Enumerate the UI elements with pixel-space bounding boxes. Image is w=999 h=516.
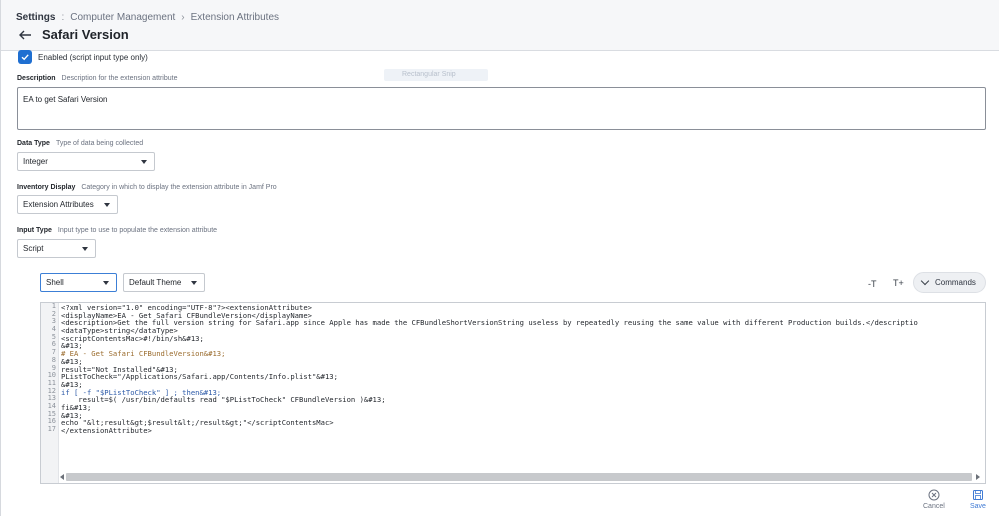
commands-button[interactable]: Commands bbox=[913, 272, 986, 293]
inventory-display-label: Inventory Display bbox=[17, 184, 76, 191]
breadcrumb-separator: : bbox=[61, 12, 65, 23]
language-select[interactable]: Shell bbox=[40, 273, 117, 292]
code-line: result=$( /usr/bin/defaults read "$PList… bbox=[61, 395, 386, 405]
breadcrumb: Settings : Computer Management › Extensi… bbox=[16, 12, 279, 23]
code-line: # EA - Get Safari CFBundleVersion&#13; bbox=[61, 349, 226, 359]
inventory-display-select[interactable]: Extension Attributes bbox=[17, 195, 118, 214]
description-hint: Description for the extension attribute bbox=[61, 75, 178, 82]
theme-select[interactable]: Default Theme bbox=[123, 273, 205, 292]
snip-overlay-label: Rectangular Snip bbox=[384, 69, 488, 81]
scroll-left-arrow-icon[interactable] bbox=[60, 474, 64, 480]
enabled-checkbox[interactable] bbox=[18, 50, 32, 64]
input-type-label: Input Type bbox=[17, 227, 52, 234]
code-line: &#13; bbox=[61, 356, 83, 366]
code-line: fi&#13; bbox=[61, 402, 92, 412]
code-line: </extensionAttribute> bbox=[61, 426, 152, 435]
inventory-display-field-label: Inventory Display Category in which to d… bbox=[17, 184, 277, 191]
scroll-right-arrow-icon[interactable] bbox=[976, 474, 980, 480]
chevron-down-icon bbox=[103, 281, 109, 285]
chevron-down-icon bbox=[920, 276, 930, 286]
chevron-down-icon bbox=[104, 203, 110, 207]
breadcrumb-computer-management[interactable]: Computer Management bbox=[70, 12, 175, 23]
save-label: Save bbox=[970, 503, 986, 510]
language-value: Shell bbox=[46, 278, 64, 287]
chevron-down-icon bbox=[191, 281, 197, 285]
input-type-field-label: Input Type Input type to use to populate… bbox=[17, 227, 217, 234]
cancel-label: Cancel bbox=[923, 503, 945, 510]
increase-font-icon[interactable]: T+ bbox=[893, 278, 904, 288]
input-type-value: Script bbox=[23, 244, 44, 253]
line-number: 17 bbox=[47, 425, 56, 433]
data-type-label: Data Type bbox=[17, 140, 50, 147]
horizontal-scrollbar[interactable] bbox=[66, 473, 972, 481]
enabled-checkbox-row[interactable]: Enabled (script input type only) bbox=[18, 50, 148, 64]
input-type-select[interactable]: Script bbox=[17, 239, 96, 258]
code-lines[interactable]: <?xml version="1.0" encoding="UTF-8"?><e… bbox=[61, 304, 918, 435]
chevron-down-icon bbox=[141, 160, 147, 164]
data-type-hint: Type of data being collected bbox=[55, 140, 144, 147]
save-disk-icon bbox=[972, 490, 983, 500]
breadcrumb-separator: › bbox=[181, 12, 185, 23]
checkmark-icon bbox=[21, 54, 29, 61]
save-button[interactable]: Save bbox=[970, 489, 986, 510]
line-number-gutter: 1 2 3 4 5 6 7 8 9 10 11 12 13 14 15 16 1… bbox=[41, 303, 59, 483]
commands-label: Commands bbox=[935, 278, 976, 287]
code-line: PListToCheck="/Applications/Safari.app/C… bbox=[61, 372, 338, 382]
code-line: <description>Get the full version string… bbox=[61, 318, 918, 328]
breadcrumb-settings[interactable]: Settings bbox=[16, 12, 55, 23]
input-type-hint: Input type to use to populate the extens… bbox=[57, 227, 218, 234]
code-line: echo "&lt;result&gt;$result&lt;/result&g… bbox=[61, 418, 334, 428]
page-title: Safari Version bbox=[42, 27, 129, 42]
back-arrow-icon[interactable] bbox=[18, 28, 32, 42]
page-header: Settings : Computer Management › Extensi… bbox=[1, 0, 999, 51]
inventory-display-value: Extension Attributes bbox=[23, 200, 94, 209]
code-line: <scriptContentsMac>#!/bin/sh&#13; bbox=[61, 333, 204, 343]
description-label: Description bbox=[17, 75, 56, 82]
chevron-down-icon bbox=[82, 247, 88, 251]
description-textarea[interactable]: EA to get Safari Version bbox=[17, 87, 986, 130]
cancel-icon bbox=[928, 489, 940, 501]
inventory-display-hint: Category in which to display the extensi… bbox=[81, 184, 277, 191]
breadcrumb-extension-attributes[interactable]: Extension Attributes bbox=[191, 12, 279, 23]
description-field-label: Description Description for the extensio… bbox=[17, 75, 177, 82]
theme-value: Default Theme bbox=[129, 278, 182, 287]
page: Settings : Computer Management › Extensi… bbox=[0, 0, 999, 516]
data-type-field-label: Data Type Type of data being collected bbox=[17, 140, 143, 147]
enabled-label: Enabled (script input type only) bbox=[38, 52, 148, 62]
data-type-select[interactable]: Integer bbox=[17, 152, 155, 171]
cancel-button[interactable]: Cancel bbox=[923, 489, 945, 510]
code-editor[interactable]: 1 2 3 4 5 6 7 8 9 10 11 12 13 14 15 16 1… bbox=[40, 302, 986, 484]
decrease-font-icon[interactable]: -T bbox=[868, 279, 877, 289]
data-type-value: Integer bbox=[23, 157, 48, 166]
